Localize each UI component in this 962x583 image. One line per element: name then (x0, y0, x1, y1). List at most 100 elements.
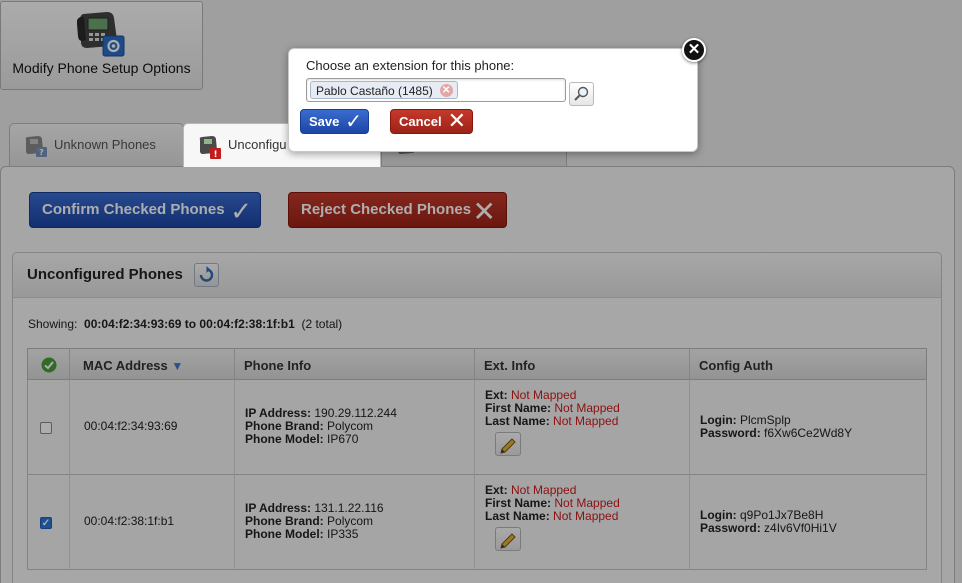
row-checkbox[interactable] (40, 422, 52, 434)
ip-label: IP Address: (245, 406, 312, 420)
brand-value: Polycom (327, 514, 374, 528)
first-name-label: First Name: (485, 401, 552, 415)
x-icon: ✕ (472, 196, 496, 227)
phone-unknown-icon: ? (24, 134, 48, 161)
last-name-value: Not Mapped (553, 509, 619, 523)
ip-value: 131.1.22.116 (314, 501, 384, 515)
column-divider (69, 380, 70, 475)
column-divider (234, 380, 235, 475)
panel-title: Unconfigured Phones (27, 266, 183, 283)
ip-value: 190.29.112.244 (314, 406, 397, 420)
svg-text:!: ! (213, 150, 217, 160)
showing-label: Showing: (28, 317, 78, 331)
mac-address-cell: 00:04:f2:34:93:69 (84, 419, 178, 433)
extension-input[interactable]: Pablo Castaño (1485) ✕ (306, 78, 566, 102)
cancel-button-label: Cancel (399, 114, 442, 129)
pencil-icon (500, 438, 516, 454)
config-auth-cell: Login: PlcmSplp Password: f6Xw6Ce2Wd8Y (700, 414, 852, 440)
ext-info-cell: Ext: Not Mapped First Name: Not Mapped L… (485, 389, 620, 428)
column-divider (474, 380, 475, 475)
ext-info-header: Ext. Info (484, 358, 536, 373)
setup-button-label: Modify Phone Setup Options (12, 60, 191, 76)
first-name-label: First Name: (485, 496, 552, 510)
refresh-button[interactable] (194, 263, 219, 287)
login-value: q9Po1Jx7Be8H (740, 508, 824, 522)
config-auth-header: Config Auth (699, 358, 773, 373)
panel-header: Unconfigured Phones (13, 253, 941, 298)
column-divider (689, 349, 690, 380)
close-dialog-button[interactable]: ✕ (682, 38, 706, 62)
table-row: 00:04:f2:34:93:69 IP Address: 190.29.112… (27, 380, 927, 475)
confirm-button-label: Confirm Checked Phones (42, 201, 225, 218)
tab-label: Unknown Phones (54, 137, 156, 152)
ip-label: IP Address: (245, 501, 312, 515)
check-circle-icon (41, 357, 57, 373)
phone-settings-icon (76, 10, 127, 61)
dialog-prompt: Choose an extension for this phone: (306, 58, 515, 73)
table-header: MAC Address ▼ Phone Info Ext. Info Confi… (27, 348, 927, 380)
mac-address-header[interactable]: MAC Address ▼ (83, 358, 183, 373)
tab-label: Unconfigu (228, 137, 287, 152)
choose-extension-dialog: Choose an extension for this phone: Pabl… (288, 38, 706, 152)
confirm-checked-phones-button[interactable]: Confirm Checked Phones ✓ (29, 192, 261, 228)
ext-label: Ext: (485, 388, 508, 402)
remove-token-icon[interactable]: ✕ (439, 84, 453, 97)
model-value: IP670 (327, 432, 359, 446)
brand-label: Phone Brand: (245, 419, 324, 433)
config-auth-cell: Login: q9Po1Jx7Be8H Password: z4Iv6Vf0Hi… (700, 509, 837, 535)
reject-button-label: Reject Checked Phones (301, 201, 472, 218)
select-all-checkbox[interactable] (41, 357, 57, 376)
edit-extension-button[interactable] (495, 432, 521, 456)
first-name-value: Not Mapped (554, 496, 620, 510)
showing-range: 00:04:f2:34:93:69 to 00:04:f2:38:1f:b1 (84, 317, 295, 331)
save-button-label: Save (309, 114, 340, 129)
ext-label: Ext: (485, 483, 508, 497)
tab-unknown-phones[interactable]: ? Unknown Phones (9, 123, 184, 166)
pencil-icon (500, 533, 516, 549)
password-value: z4Iv6Vf0Hi1V (764, 521, 837, 535)
ext-value: Not Mapped (511, 483, 577, 497)
column-divider (689, 380, 690, 475)
svg-text:?: ? (39, 148, 44, 157)
row-checkbox[interactable]: ✓ (40, 517, 52, 529)
sort-desc-icon: ▼ (171, 359, 184, 373)
login-label: Login: (700, 508, 737, 522)
login-label: Login: (700, 413, 737, 427)
reject-checked-phones-button[interactable]: Reject Checked Phones ✕ (288, 192, 507, 228)
modify-phone-setup-button[interactable]: Modify Phone Setup Options (0, 1, 203, 90)
search-extension-button[interactable] (569, 82, 594, 106)
brand-label: Phone Brand: (245, 514, 324, 528)
table-row: ✓ 00:04:f2:38:1f:b1 IP Address: 131.1.22… (27, 475, 927, 570)
login-value: PlcmSplp (740, 413, 791, 427)
brand-value: Polycom (327, 419, 374, 433)
checkmark-icon: ✓ (345, 111, 362, 133)
column-divider (689, 475, 690, 570)
phone-alert-icon: ! (198, 134, 222, 163)
model-value: IP335 (327, 527, 359, 541)
model-label: Phone Model: (245, 527, 324, 541)
ext-info-cell: Ext: Not Mapped First Name: Not Mapped L… (485, 484, 620, 523)
x-icon: ✕ (447, 108, 466, 133)
password-label: Password: (700, 426, 761, 440)
column-divider (69, 475, 70, 570)
magnifier-icon (574, 86, 589, 101)
edit-extension-button[interactable] (495, 527, 521, 551)
column-divider (474, 475, 475, 570)
checkmark-icon: ✓ (230, 196, 252, 226)
refresh-icon (195, 266, 218, 289)
column-divider (234, 475, 235, 570)
column-divider (69, 349, 70, 380)
cancel-button[interactable]: Cancel ✕ (390, 108, 473, 134)
phone-info-cell: IP Address: 131.1.22.116 Phone Brand: Po… (245, 502, 384, 541)
model-label: Phone Model: (245, 432, 324, 446)
phone-info-header: Phone Info (244, 358, 312, 373)
last-name-value: Not Mapped (553, 414, 619, 428)
password-value: f6Xw6Ce2Wd8Y (764, 426, 853, 440)
unconfigured-phones-panel: Unconfigured Phones Showing: 00:04:f2:34… (12, 252, 942, 583)
token-label: Pablo Castaño (1485) (316, 84, 433, 98)
save-button[interactable]: Save ✓ (300, 109, 369, 134)
last-name-label: Last Name: (485, 509, 550, 523)
column-divider (234, 349, 235, 380)
mac-address-cell: 00:04:f2:38:1f:b1 (84, 514, 175, 528)
column-divider (474, 349, 475, 380)
